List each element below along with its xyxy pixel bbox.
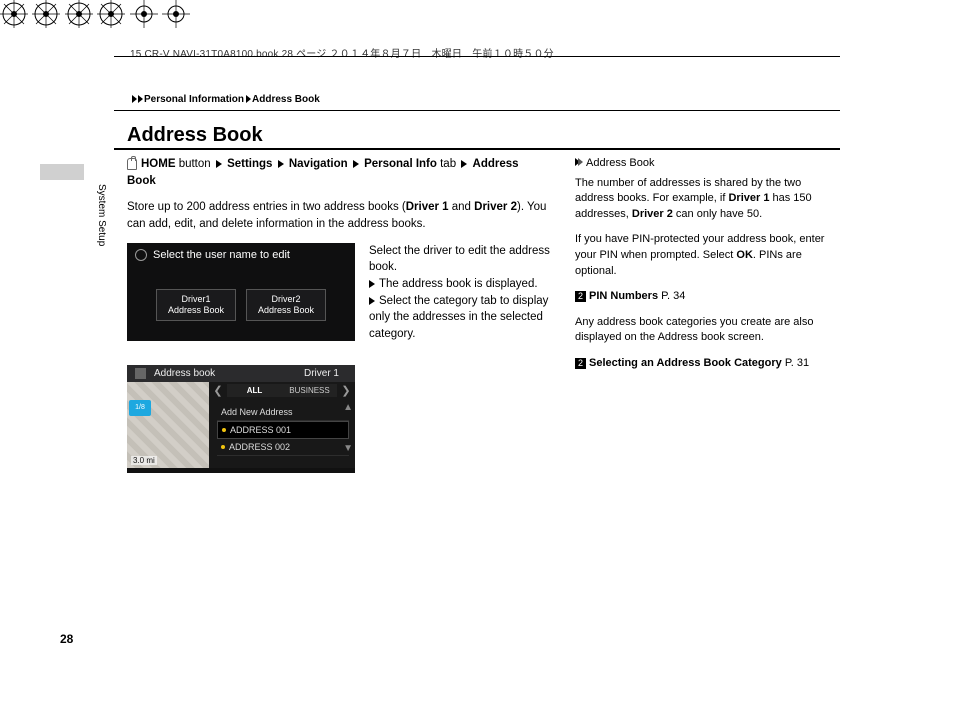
triangle-icon [461, 160, 467, 168]
triangle-icon [246, 95, 251, 103]
breadcrumb: Personal Information Address Book [132, 94, 320, 105]
nav-navigation: Navigation [289, 158, 348, 170]
map-thumbnail: 1/8 3.0 mi [127, 382, 209, 468]
tab-all[interactable]: ALL [227, 384, 282, 397]
gear-icon [135, 249, 147, 261]
tab-left-arrow[interactable]: ❮ [209, 384, 227, 397]
list-item-add[interactable]: Add New Address [217, 404, 349, 421]
triangle-icon [369, 297, 375, 305]
list-item[interactable]: ADDRESS 001 [217, 421, 349, 439]
body-paragraph: Store up to 200 address entries in two a… [127, 199, 557, 232]
registration-mark [97, 0, 125, 28]
sb-title: Address Book [586, 157, 654, 169]
link-icon: 2 [575, 291, 586, 302]
screenshot-select-user: Select the user name to edit Driver1Addr… [127, 243, 355, 341]
registration-mark [0, 0, 28, 28]
breadcrumb-rule [114, 110, 840, 111]
home-icon[interactable] [135, 368, 146, 379]
sb-paragraph: If you have PIN-protected your address b… [575, 232, 840, 279]
shot2-title: Address book [154, 368, 215, 379]
title-rule [114, 148, 840, 150]
section-label: System Setup [96, 184, 107, 246]
sb-link: 2Selecting an Address Book Category P. 3… [575, 356, 840, 372]
crosshair-mark [130, 0, 158, 28]
marker-icon [222, 428, 226, 432]
driver1-button[interactable]: Driver1Address Book [156, 289, 236, 322]
scroll-up-icon[interactable]: ▲ [343, 402, 353, 413]
tab-business[interactable]: BUSINESS [282, 384, 337, 397]
marker-icon [221, 445, 225, 449]
breadcrumb-b: Address Book [252, 94, 320, 105]
crosshair-mark [162, 0, 190, 28]
triangle-icon [138, 95, 143, 103]
section-tab [40, 164, 84, 180]
triangle-icon [216, 160, 222, 168]
triangle-icon [132, 95, 137, 103]
hand-icon [127, 158, 137, 170]
doc-header: 15 CR-V NAVI-31T0A8100.book 28 ページ ２０１４年… [130, 45, 554, 60]
registration-mark [32, 0, 60, 28]
breadcrumb-a: Personal Information [144, 94, 244, 105]
scroll-down-icon[interactable]: ▼ [343, 443, 353, 454]
triangle-icon [278, 160, 284, 168]
sb-link: 2PIN Numbers P. 34 [575, 289, 840, 305]
sb-paragraph: Any address book categories you create a… [575, 315, 840, 346]
page-badge: 1/8 [129, 400, 151, 416]
driver2-button[interactable]: Driver2Address Book [246, 289, 326, 322]
sidebar-notes: Address Book The number of addresses is … [575, 156, 840, 382]
triangle-icon [353, 160, 359, 168]
header-rule [114, 56, 840, 57]
chevron-icon [578, 158, 583, 166]
nav-home: HOME [141, 158, 176, 170]
instructions: Select the driver to edit the address bo… [369, 243, 559, 343]
shot2-driver: Driver 1 [304, 368, 347, 379]
triangle-icon [369, 280, 375, 288]
nav-settings: Settings [227, 158, 272, 170]
sb-paragraph: The number of addresses is shared by the… [575, 176, 840, 223]
instr-2: The address book is displayed. [379, 278, 538, 290]
screenshot-address-book: Address book Driver 1 1/8 3.0 mi ❮ ALL B… [127, 365, 355, 473]
nav-personal: Personal Info [364, 158, 437, 170]
list-item[interactable]: ADDRESS 002 [217, 439, 349, 456]
page-number: 28 [60, 632, 73, 646]
nav-path: HOME button Settings Navigation Personal… [127, 156, 547, 189]
instr-1: Select the driver to edit the address bo… [369, 243, 559, 276]
link-icon: 2 [575, 358, 586, 369]
registration-mark [65, 0, 93, 28]
shot1-header: Select the user name to edit [153, 249, 290, 261]
page-title: Address Book [127, 124, 263, 147]
map-scale: 3.0 mi [131, 456, 157, 465]
instr-3: Select the category tab to display only … [369, 295, 548, 340]
tab-right-arrow[interactable]: ❯ [337, 384, 355, 397]
